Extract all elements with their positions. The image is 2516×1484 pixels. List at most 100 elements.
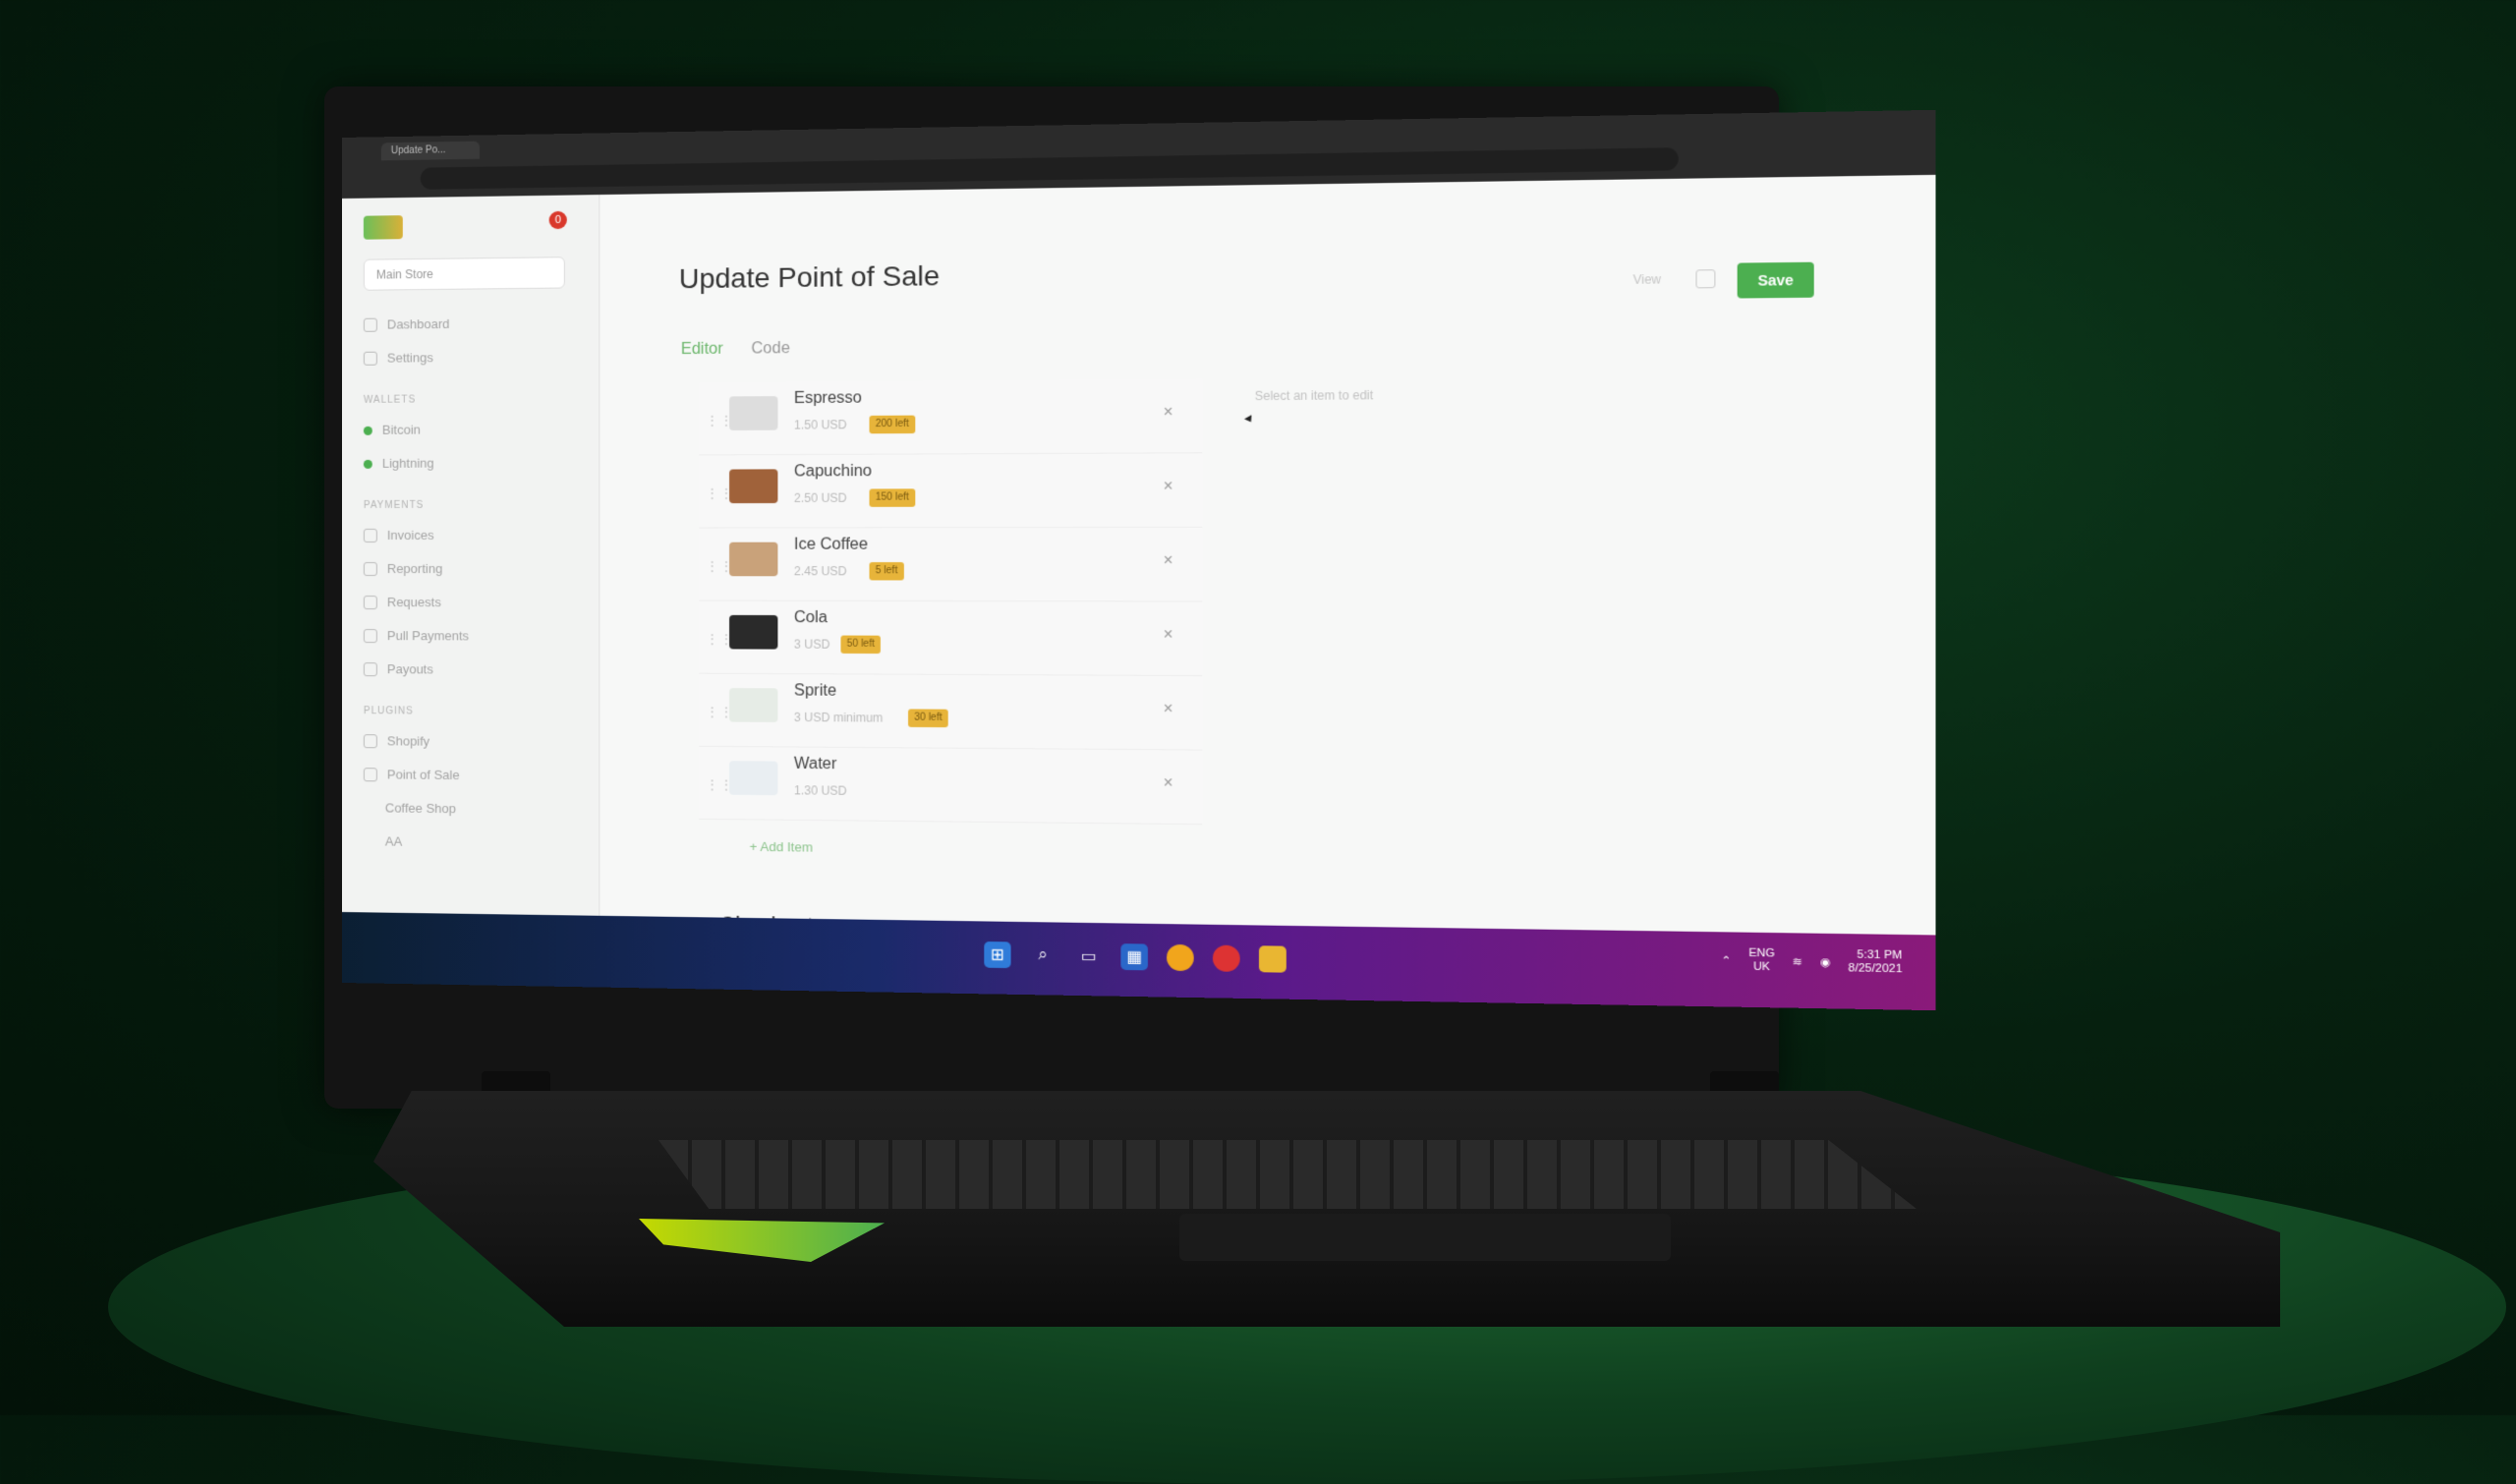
list-item[interactable]: ⋮⋮ Capuchino 2.50 USD 150 left ×: [699, 453, 1203, 529]
item-name: Water: [793, 755, 837, 773]
sidebar-item-label: Pull Payments: [386, 628, 470, 644]
brand-logo[interactable]: [363, 215, 403, 240]
payments-section-title: PAYMENTS: [363, 499, 425, 511]
sidebar-item-label: Point of Sale: [386, 767, 460, 783]
sidebar-item-reporting[interactable]: Reporting: [363, 552, 581, 586]
pull-payment-icon: [363, 629, 377, 644]
item-thumbnail: [729, 688, 778, 722]
stock-badge: 50 left: [840, 635, 882, 655]
chrome-icon[interactable]: [1212, 944, 1240, 972]
sidebar-item-point-of-sale[interactable]: Point of Sale: [363, 758, 581, 793]
plugins-section-title: PLUGINS: [363, 706, 414, 717]
sidebar-item-lightning[interactable]: Lightning: [363, 446, 581, 481]
folder-icon[interactable]: [1258, 945, 1287, 973]
mouse-cursor-icon: [1244, 415, 1255, 425]
notification-badge[interactable]: 0: [548, 210, 567, 230]
task-view-icon[interactable]: ▭: [1075, 942, 1102, 969]
item-price: 1.50 USD: [793, 418, 847, 432]
sidebar-item-label: Lightning: [381, 455, 434, 471]
taskbar-icons: ⊞ ⌕ ▭ ▦: [984, 941, 1287, 973]
widgets-icon[interactable]: ▦: [1120, 943, 1148, 971]
touchpad: [1179, 1214, 1671, 1261]
close-icon[interactable]: ×: [1164, 552, 1173, 571]
close-icon[interactable]: ×: [1164, 478, 1173, 496]
item-name: Sprite: [793, 682, 837, 700]
store-selector[interactable]: Main Store: [363, 257, 565, 291]
add-item-button[interactable]: + Add Item: [750, 839, 813, 855]
chevron-up-icon[interactable]: ⌃: [1721, 953, 1731, 967]
sidebar-item-invoices[interactable]: Invoices: [363, 519, 581, 552]
stock-badge: 200 left: [869, 415, 916, 434]
item-thumbnail: [729, 469, 778, 504]
windows-start-icon[interactable]: ⊞: [984, 941, 1011, 969]
close-icon[interactable]: ×: [1164, 626, 1173, 645]
list-item[interactable]: ⋮⋮ Sprite 3 USD minimum 30 left ×: [699, 673, 1203, 751]
sidebar-item-dashboard[interactable]: Dashboard: [363, 306, 581, 341]
invoice-icon: [363, 528, 377, 542]
tab-code[interactable]: Code: [751, 340, 789, 359]
sidebar-item-label: Requests: [386, 595, 441, 610]
item-price: 3 USD: [793, 637, 830, 652]
language-code: ENG: [1748, 946, 1775, 960]
tab-editor[interactable]: Editor: [681, 341, 723, 360]
item-name: Capuchino: [793, 462, 873, 481]
laptop-screen: Update Po... 0 Main Store Dashboard Sett…: [342, 109, 1936, 1011]
sidebar-item-label: AA: [384, 833, 403, 849]
copy-icon[interactable]: [1695, 269, 1716, 289]
item-price: 3 USD minimum: [793, 710, 884, 725]
list-item[interactable]: ⋮⋮ Ice Coffee 2.45 USD 5 left ×: [699, 527, 1203, 602]
sidebar-item-label: Coffee Shop: [384, 800, 456, 817]
sidebar-item-coffee-shop[interactable]: Coffee Shop: [364, 791, 581, 827]
sidebar-item-payouts[interactable]: Payouts: [363, 653, 581, 687]
dashboard-icon: [363, 317, 377, 332]
item-thumbnail: [729, 542, 778, 577]
sidebar-item-pull-payments[interactable]: Pull Payments: [363, 619, 581, 654]
volume-icon[interactable]: ◉: [1820, 955, 1831, 969]
item-thumbnail: [729, 761, 778, 796]
shopify-icon: [363, 734, 377, 749]
main-content: Update Point of Sale View Save Editor Co…: [639, 175, 1935, 938]
sidebar-item-aa[interactable]: AA: [364, 825, 581, 861]
bitcoin-app-icon[interactable]: [1167, 943, 1194, 972]
item-list: ⋮⋮ Espresso 1.50 USD 200 left × ⋮⋮ Capuc…: [699, 378, 1203, 855]
item-price: 2.45 USD: [793, 564, 847, 579]
close-icon[interactable]: ×: [1164, 701, 1173, 719]
clock-date: 8/25/2021: [1848, 961, 1903, 976]
item-thumbnail: [729, 614, 778, 650]
sidebar-item-settings[interactable]: Settings: [363, 340, 581, 375]
list-item[interactable]: ⋮⋮ Water 1.30 USD ×: [699, 746, 1203, 826]
sidebar-item-label: Payouts: [386, 661, 433, 677]
clock[interactable]: 5:31 PM 8/25/2021: [1849, 948, 1903, 976]
wifi-icon[interactable]: ≋: [1793, 954, 1802, 968]
sidebar-item-label: Reporting: [386, 561, 443, 577]
close-icon[interactable]: ×: [1164, 404, 1173, 423]
language-indicator[interactable]: ENG UK: [1748, 947, 1775, 975]
browser-tab[interactable]: Update Po...: [380, 141, 481, 161]
save-button[interactable]: Save: [1737, 261, 1814, 299]
list-item[interactable]: ⋮⋮ Cola 3 USD 50 left ×: [699, 600, 1203, 677]
search-icon[interactable]: ⌕: [1029, 942, 1056, 969]
sidebar-item-shopify[interactable]: Shopify: [363, 724, 581, 760]
stock-badge: 30 left: [908, 709, 948, 728]
sidebar-item-label: Invoices: [386, 527, 434, 542]
stock-badge: 150 left: [869, 488, 916, 507]
view-button[interactable]: View: [1633, 272, 1661, 287]
request-icon: [363, 596, 377, 610]
clock-time: 5:31 PM: [1857, 948, 1903, 962]
sidebar-item-label: Shopify: [386, 733, 430, 749]
sidebar-nav: Dashboard Settings WALLETS Bitcoin Light…: [363, 306, 581, 861]
sidebar-item-requests[interactable]: Requests: [363, 586, 581, 620]
wallets-section-title: WALLETS: [363, 394, 417, 406]
status-dot-icon: [363, 459, 372, 469]
laptop-base: [373, 1091, 2280, 1327]
list-item[interactable]: ⋮⋮ Espresso 1.50 USD 200 left ×: [699, 378, 1203, 456]
sidebar-item-label: Settings: [386, 350, 433, 366]
item-price: 2.50 USD: [793, 490, 847, 505]
gear-icon: [363, 351, 377, 366]
sidebar-item-bitcoin[interactable]: Bitcoin: [363, 413, 581, 447]
system-tray: ⌃ ENG UK ≋ ◉ 5:31 PM 8/25/2021: [1721, 946, 1902, 976]
page-title: Update Point of Sale: [678, 259, 941, 295]
close-icon[interactable]: ×: [1164, 774, 1173, 793]
keyboard: [658, 1140, 1916, 1209]
status-dot-icon: [363, 426, 372, 435]
